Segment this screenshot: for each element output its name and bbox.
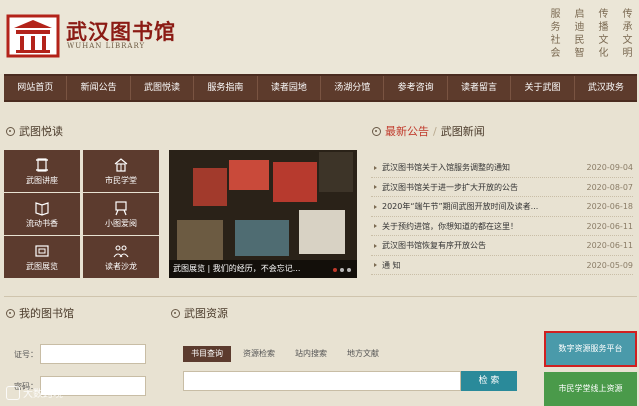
nav-item-news[interactable]: 新闻公告 — [67, 76, 131, 100]
list-item[interactable]: 2020年“端午节”期间武图开放时间及读者... 2020-06-18 — [371, 197, 633, 217]
nav-item-tanghu[interactable]: 汤湖分馆 — [321, 76, 385, 100]
slogan: 启迪民智 — [572, 8, 583, 60]
tile-citizen-school[interactable]: 市民学堂 — [83, 150, 159, 192]
bullet-icon — [374, 224, 377, 228]
site-header: 武汉图书馆 WUHAN LIBRARY 服务社会 启迪民智 传播文化 传承文明 — [0, 0, 639, 74]
bullet-icon — [374, 185, 377, 189]
carousel-caption[interactable]: 武图展览 | 我们的经历，不会忘记... — [169, 260, 357, 278]
digital-resources-button[interactable]: 数字资源服务平台 — [544, 331, 637, 367]
nav-item-guide[interactable]: 服务指南 — [194, 76, 258, 100]
news-section-title: 最新公告 / 武图新闻 — [372, 123, 485, 139]
tile-exhibition[interactable]: 武图展览 — [4, 236, 80, 278]
carousel-dot[interactable] — [340, 268, 344, 272]
tile-mobile-books[interactable]: 流动书香 — [4, 193, 80, 235]
nav-item-home[interactable]: 网站首页 — [4, 76, 68, 100]
tab-site-search[interactable]: 站内搜索 — [287, 346, 335, 362]
carousel-dot[interactable] — [333, 268, 337, 272]
tab-local-docs[interactable]: 地方文献 — [339, 346, 387, 362]
carousel-dots — [333, 268, 351, 272]
bullet-icon — [374, 165, 377, 170]
carousel-dot[interactable] — [347, 268, 351, 272]
main-nav: 网站首页 新闻公告 武图悦读 服务指南 读者园地 汤湖分馆 参考咨询 读者留言 … — [4, 74, 637, 102]
circle-icon — [171, 308, 180, 318]
card-number-label: 证号： — [14, 350, 38, 359]
online-resources-button[interactable]: 市民学堂线上资源 — [544, 372, 637, 406]
list-item[interactable]: 武汉图书馆恢复有序开放公告 2020-06-11 — [371, 236, 633, 256]
search-button[interactable]: 检 索 — [461, 371, 517, 391]
nav-item-reading[interactable]: 武图悦读 — [131, 76, 195, 100]
resources-section-title: 武图资源 — [171, 305, 228, 321]
easel-icon — [115, 200, 127, 215]
slogan: 服务社会 — [548, 8, 559, 60]
divider — [4, 296, 637, 297]
list-item[interactable]: 武汉图书馆关于进一步扩大开放的公告 2020-08-07 — [371, 178, 633, 197]
bullet-icon — [374, 243, 377, 248]
tab-resource-search[interactable]: 资源检索 — [235, 346, 283, 362]
tab-news[interactable]: 武图新闻 — [441, 123, 485, 139]
scroll-icon — [36, 157, 48, 172]
tab-announcements[interactable]: 最新公告 — [385, 123, 429, 139]
bullet-icon — [374, 263, 377, 267]
tile-kids-reading[interactable]: 小图爱阅 — [83, 193, 159, 235]
watermark: 大数跨境 — [6, 385, 63, 400]
slogan: 传承文明 — [620, 8, 631, 60]
reading-section-title: 武图悦读 — [6, 123, 63, 139]
house-icon — [114, 157, 128, 172]
exhibition-carousel[interactable]: 武图展览 | 我们的经历，不会忘记... — [169, 150, 357, 278]
resource-tabs: 书目查询 资源检索 站内搜索 地方文献 — [183, 346, 387, 362]
tile-salon[interactable]: 读者沙龙 — [83, 236, 159, 278]
book-icon — [35, 201, 49, 216]
site-subtitle: WUHAN LIBRARY — [67, 42, 146, 50]
library-logo[interactable] — [6, 14, 60, 58]
circle-icon — [372, 126, 381, 136]
nav-item-readers[interactable]: 读者园地 — [258, 76, 322, 100]
nav-item-about[interactable]: 关于武图 — [511, 76, 575, 100]
circle-icon — [6, 126, 15, 136]
mylib-section-title: 我的图书馆 — [6, 305, 74, 321]
slogan: 传播文化 — [596, 8, 607, 60]
circle-icon — [6, 308, 15, 318]
bullet-icon — [374, 204, 377, 209]
watermark-icon — [6, 385, 20, 400]
frame-icon — [35, 244, 49, 257]
reading-tiles: 武图讲座 市民学堂 流动书香 小图爱阅 武图展览 读者沙龙 — [4, 150, 159, 278]
people-icon — [113, 244, 129, 257]
list-item[interactable]: 关于预约进馆，你想知道的都在这里！ 2020-06-11 — [371, 217, 633, 236]
news-list: 武汉图书馆关于入馆服务调整的通知 2020-09-04 武汉图书馆关于进一步扩大开… — [371, 158, 633, 275]
slogans: 服务社会 启迪民智 传播文化 传承文明 — [541, 8, 635, 60]
search-input[interactable] — [183, 371, 461, 391]
list-item[interactable]: 通 知 2020-05-09 — [371, 256, 633, 275]
nav-item-message[interactable]: 读者留言 — [448, 76, 512, 100]
tab-catalog[interactable]: 书目查询 — [183, 346, 231, 362]
nav-item-government[interactable]: 武汉政务 — [575, 76, 637, 100]
list-item[interactable]: 武汉图书馆关于入馆服务调整的通知 2020-09-04 — [371, 158, 633, 178]
tile-lecture[interactable]: 武图讲座 — [4, 150, 80, 192]
nav-item-reference[interactable]: 参考咨询 — [384, 76, 448, 100]
card-number-input[interactable] — [40, 344, 146, 364]
